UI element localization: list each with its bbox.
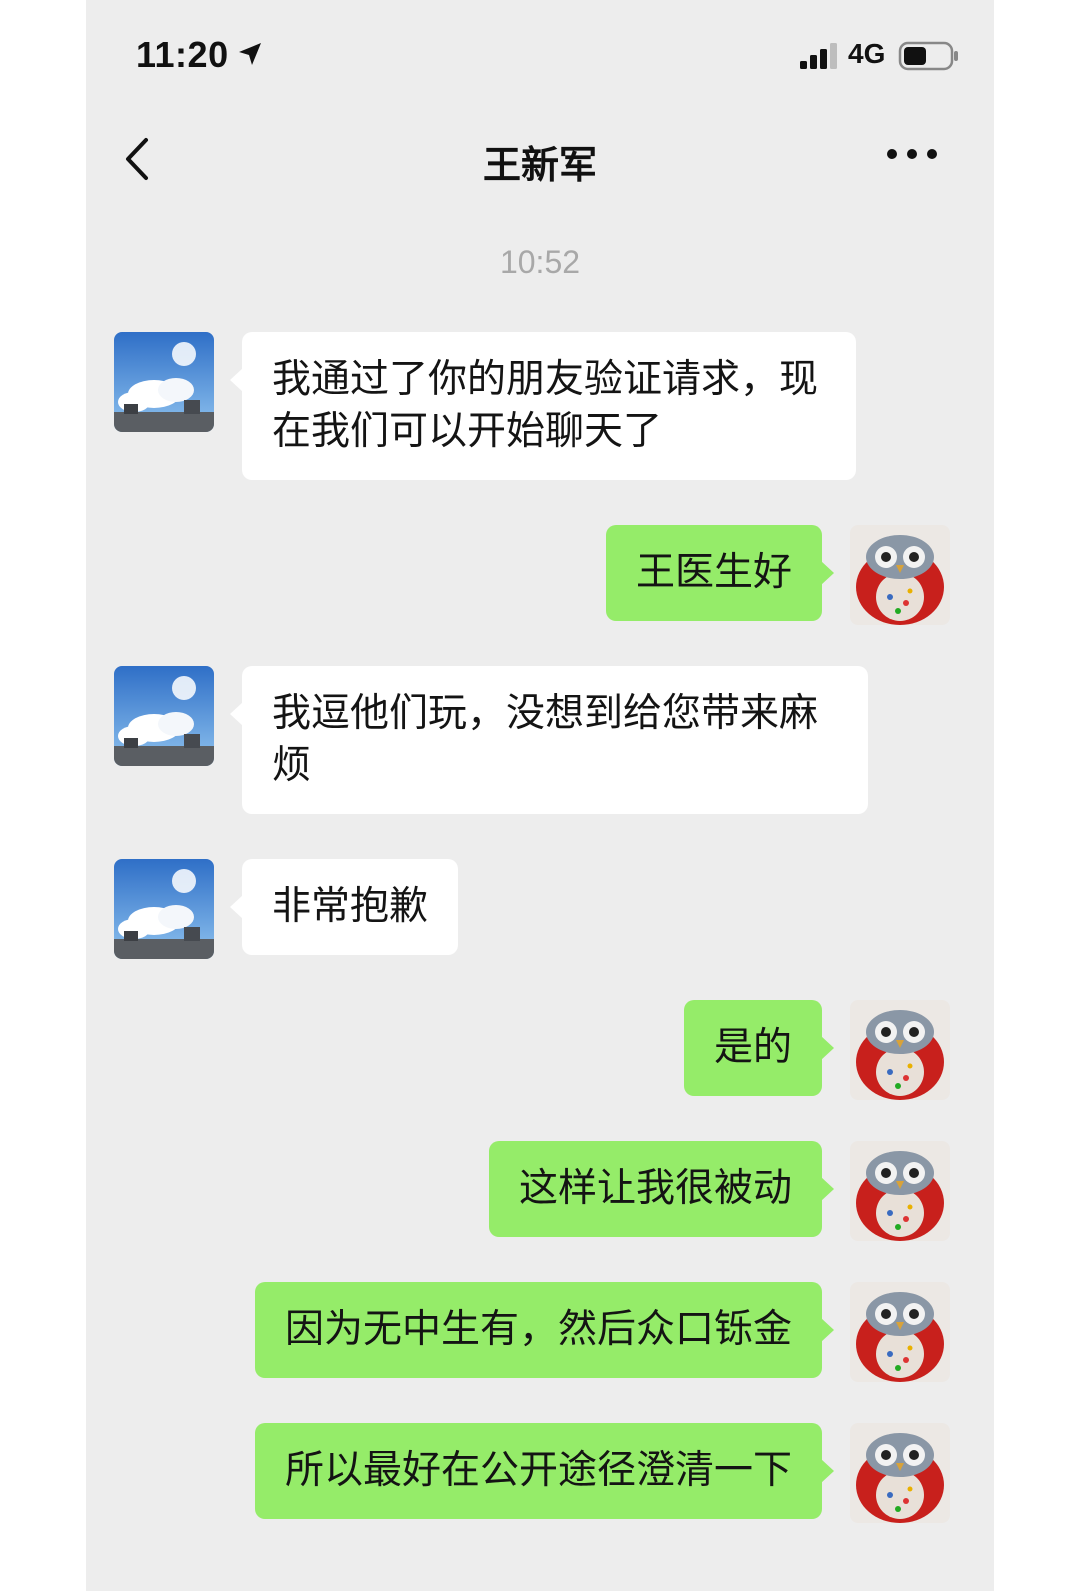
more-options-icon[interactable] [886, 144, 938, 164]
contact-avatar[interactable] [114, 859, 214, 959]
self-avatar[interactable] [850, 1000, 950, 1100]
location-arrow-icon [239, 43, 261, 65]
message-bubble-outgoing[interactable]: 因为无中生有，然后众口铄金 [254, 1282, 835, 1378]
self-avatar[interactable] [850, 1141, 950, 1241]
message-bubble-incoming[interactable]: 我通过了你的朋友验证请求，现在我们可以开始聊天了 [230, 332, 856, 480]
message-bubble-incoming[interactable]: 非常抱歉 [229, 859, 459, 955]
message-timestamp: 10:52 [499, 244, 581, 280]
self-avatar[interactable] [850, 1423, 950, 1523]
contact-avatar[interactable] [114, 332, 214, 432]
message-bubble-outgoing[interactable]: 这样让我很被动 [488, 1141, 835, 1237]
status-time: 11:20 [136, 34, 229, 75]
nav-bar: 王新军 [86, 110, 994, 210]
self-avatar[interactable] [850, 1282, 950, 1382]
chat-screen: 11:20 4G 王新军 10:52 我通过了你的朋友验证请求，现在我们可以开始… [86, 0, 994, 1591]
message-bubble-incoming[interactable]: 我逗他们玩，没想到给您带来麻烦 [230, 666, 868, 814]
message-bubble-outgoing[interactable]: 所以最好在公开途径澄清一下 [254, 1423, 835, 1519]
signal-icon [800, 43, 837, 69]
network-label: 4G [848, 38, 886, 69]
chat-title: 王新军 [482, 143, 597, 187]
message-bubble-outgoing[interactable]: 王医生好 [605, 525, 835, 621]
battery-icon [898, 41, 958, 71]
self-avatar[interactable] [850, 525, 950, 625]
contact-avatar[interactable] [114, 666, 214, 766]
status-bar: 11:20 4G [86, 0, 994, 110]
message-bubble-outgoing[interactable]: 是的 [683, 1000, 835, 1096]
